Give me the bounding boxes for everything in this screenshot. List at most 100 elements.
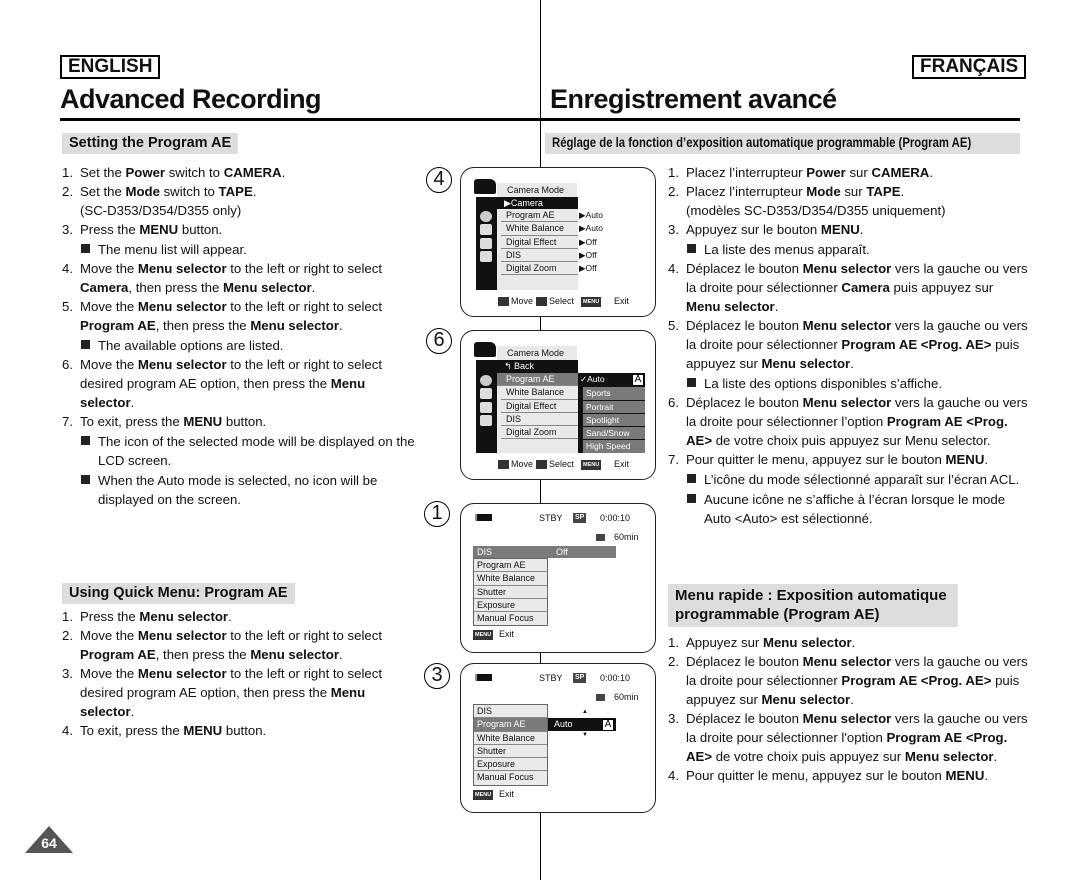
arrow-up-icon[interactable]: ▲ [582,709,588,715]
white-balance-icon [480,224,492,235]
option-sand-snow[interactable]: Sand/Snow [583,427,645,440]
text-run: de votre choix puis appuyez sur [712,749,905,764]
menu-item[interactable]: White Balance [501,386,578,400]
instruction-step: 4. Pour quitter le menu, appuyez sur le b… [668,766,1030,785]
item-label: DIS [477,547,493,557]
menu-item[interactable]: Digital Effect [501,400,578,413]
option-sports[interactable]: Sports [583,387,645,400]
bold-term: MENU [183,723,223,738]
menu-header: Camera Mode [497,346,577,360]
text-run: Déplacez le bouton [686,654,803,669]
bullet-square-icon [687,494,696,503]
option-spotlight[interactable]: Spotlight [583,413,645,427]
gear-icon [480,415,492,426]
text-run: button. [222,723,267,738]
quick-menu-item[interactable]: Manual Focus [474,771,547,784]
camera-icon [480,375,492,386]
exit-label: Exit [499,629,515,639]
bullet-square-icon [687,244,696,253]
step-number: 3. [62,666,73,681]
bullet-note: La liste des options disponibles s’affic… [668,374,1030,393]
step-number: 2. [62,184,73,199]
text-run: The menu list will appear. [98,242,247,257]
menu-item-selected[interactable]: Program AE [497,373,578,387]
option-portrait[interactable]: Portrait [583,400,645,413]
menu-item[interactable]: Digital Effect [501,236,578,249]
text-run: Move the [80,299,138,314]
quick-menu-item[interactable]: Shutter [474,586,547,599]
bullet-note: L’icône du mode sélectionné apparaît sur… [668,470,1030,489]
step-number-circle: 1 [424,501,450,527]
text-run: to the left or right to select [226,299,383,314]
menu-item[interactable]: White Balance [501,222,578,236]
instruction-step: 1. Press the Menu selector. [62,607,422,626]
instruction-step: 1. Set the Power switch to CAMERA. [62,163,422,182]
bullet-note: The available options are listed. [62,336,422,355]
move-icon [498,297,509,306]
menu-item[interactable]: DIS [501,413,578,427]
quick-menu-item[interactable]: Shutter [474,745,547,759]
menu-item[interactable]: Program AE [501,209,578,223]
step-number-circle: 3 [424,663,450,689]
bold-term: Program AE <Prog. AE> [841,673,992,688]
bullet-square-icon [81,436,90,445]
text-run: de votre choix puis appuyez sur Menu sel… [712,433,991,448]
section-heading-fr-text: Réglage de la fonction d’exposition auto… [552,135,972,150]
menu-value: ▶Off [579,236,597,247]
select-label: Select [549,296,575,306]
step-number: 6. [62,357,73,372]
option-auto[interactable]: ✓Auto A [578,373,645,386]
text-run: La liste des options disponibles s’affic… [704,376,943,391]
quick-menu-item-selected[interactable]: Program AE [474,718,547,732]
bold-term: Menu selector [686,299,775,314]
instruction-step: 1. Placez l’interrupteur Power sur CAMERA… [668,163,1030,182]
step-number: 4. [62,723,73,738]
option-high-speed[interactable]: High Speed [583,440,645,453]
text-run: . [130,704,135,719]
text-run: . [339,318,343,333]
menu-button-icon: MENU [473,790,494,800]
instruction-step: 4. To exit, press the MENU button. [62,721,422,740]
bold-term: Menu selector [904,749,994,764]
bold-term: CAMERA [223,165,282,180]
bold-term: Power [806,165,846,180]
steps-setting-en: 1. Set the Power switch to CAMERA. 2. Set t… [62,163,422,509]
bold-term: Mode [806,184,841,199]
move-icon [498,460,509,469]
menu-item[interactable]: Digital Zoom [501,426,578,440]
quick-menu-item[interactable]: Exposure [474,599,547,613]
bold-term: Menu selector [802,711,892,726]
bold-term: Mode [125,184,160,199]
section-heading-quick-menu-fr: Menu rapide : Exposition automatique pro… [668,584,958,627]
bullet-square-icon [81,475,90,484]
bullet-note: La liste des menus apparaît. [668,240,1030,259]
menu-item[interactable]: Digital Zoom [501,262,578,276]
step-number: 2. [668,654,679,669]
exit-label: Exit [499,789,515,799]
menu-item[interactable]: DIS [501,249,578,263]
menu-value: ▶Off [579,249,597,260]
arrow-down-icon[interactable]: ▼ [582,732,588,738]
auto-mode-icon: A [632,374,644,386]
quick-menu-item[interactable]: Exposure [474,758,547,772]
bold-term: Menu selector [139,609,229,624]
step-number: 4. [668,261,679,276]
bold-term: Program AE [80,318,156,333]
section-heading-fr: Réglage de la fonction d’exposition auto… [545,133,1020,154]
step-number: 7. [62,414,73,429]
program-ae-value-bar[interactable]: Auto A [548,718,616,731]
bold-term: Menu selector [137,666,227,681]
bold-term: MENU [945,452,985,467]
quick-menu-item[interactable]: White Balance [474,572,547,586]
menu-values: ▶Auto ▶Auto ▶Off ▶Off ▶Off [579,209,603,275]
instruction-step: 7. To exit, press the MENU button. [62,412,422,431]
text-run: . [929,165,934,180]
back-item[interactable]: ↰ Back [476,360,578,373]
quick-menu-item[interactable]: White Balance [474,732,547,745]
quick-menu-list: Program AE White Balance Shutter Exposur… [473,558,548,627]
quick-menu-item-selected[interactable]: DIS Off [473,546,616,558]
quick-menu-item[interactable]: Program AE [474,559,547,573]
text-run: . [339,647,343,662]
quick-menu-item[interactable]: DIS [474,705,547,719]
quick-menu-item[interactable]: Manual Focus [474,612,547,625]
